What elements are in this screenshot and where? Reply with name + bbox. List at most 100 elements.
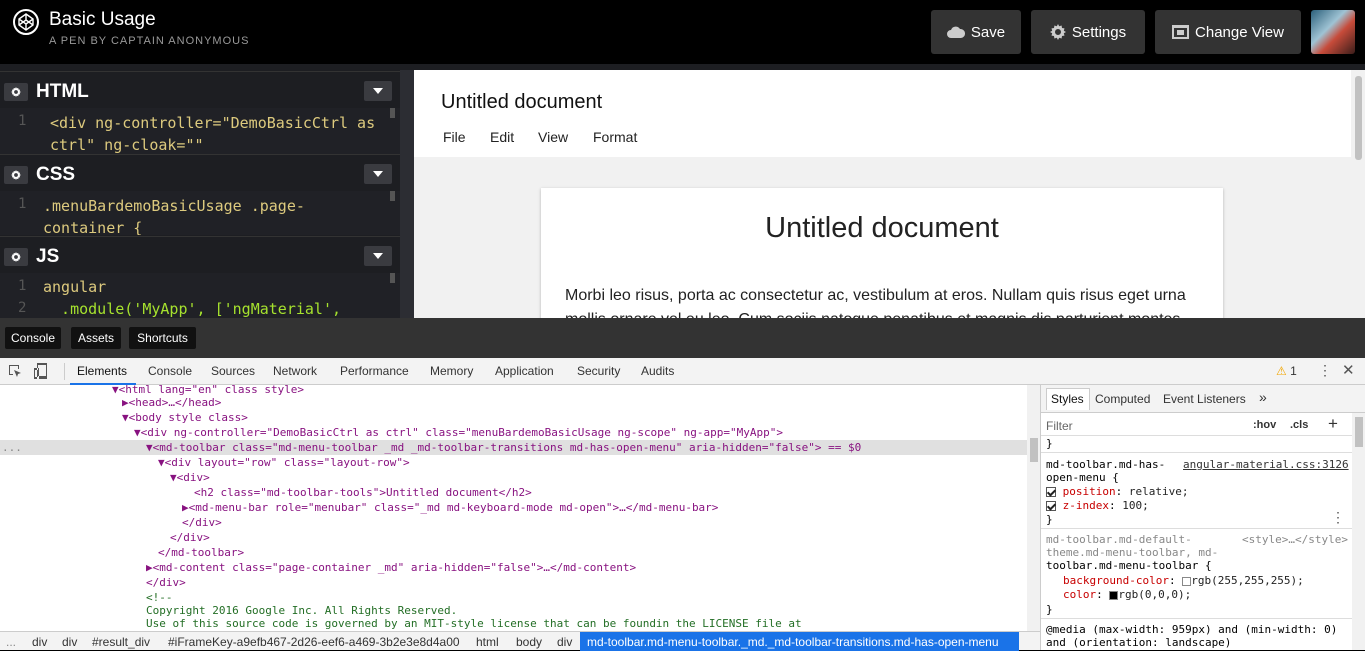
rule-source-link[interactable]: <style>…</style> [1242,533,1348,546]
warnings-counter[interactable]: ⚠ 1 [1276,364,1297,378]
breadcrumb-item[interactable]: body [516,635,542,649]
checkbox[interactable] [1046,487,1056,497]
app-header: Basic Usage A PEN BY CAPTAIN ANONYMOUS S… [0,0,1365,64]
menu-format[interactable]: Format [593,129,637,145]
codepen-logo-icon[interactable] [13,9,39,35]
warning-icon: ⚠ [1276,364,1287,378]
tree-row[interactable]: ▶<md-menu-bar role="menubar" class="_md … [0,500,1027,515]
divider [1041,435,1365,436]
tree-row[interactable]: </div> [0,530,1027,545]
rule-selector[interactable]: theme.md-menu-toolbar, md- [1046,546,1218,559]
js-scrollbar[interactable] [390,273,395,283]
breadcrumb-item[interactable]: div [62,635,77,649]
tab-network[interactable]: Network [273,364,317,378]
tree-row[interactable]: Use of this source code is governed by a… [0,616,1027,631]
html-collapse-button[interactable] [364,81,392,101]
tab-security[interactable]: Security [577,364,620,378]
scrollbar-thumb[interactable] [1355,417,1363,447]
html-scrollbar[interactable] [390,108,395,118]
settings-label: Settings [1071,23,1127,41]
tree-row-selected[interactable]: ... ▼<md-toolbar class="md-menu-toolbar _… [0,440,1027,455]
tab-performance[interactable]: Performance [340,364,409,378]
scrollbar-thumb[interactable] [1030,438,1038,462]
user-avatar[interactable] [1311,10,1355,54]
tree-row[interactable]: </div> [0,575,1027,590]
device-toolbar-icon[interactable] [34,363,48,379]
tab-memory[interactable]: Memory [430,364,473,378]
rule-selector[interactable]: md-toolbar.md-has- [1046,458,1165,471]
settings-button[interactable]: Settings [1031,10,1145,54]
tab-audits[interactable]: Audits [641,364,674,378]
change-view-button[interactable]: Change View [1155,10,1301,54]
rule-selector[interactable]: toolbar.md-menu-toolbar { [1046,559,1212,572]
tree-scrollbar[interactable] [1027,385,1041,633]
js-collapse-button[interactable] [364,246,392,266]
tab-styles[interactable]: Styles [1051,392,1084,406]
tab-application[interactable]: Application [495,364,554,378]
more-tabs-icon[interactable]: » [1259,389,1267,405]
style-property[interactable]: background-color: rgb(255,255,255); [1063,574,1304,587]
more-options-icon[interactable]: ⋮ [1331,509,1345,526]
html-settings-button[interactable] [4,83,28,101]
color-swatch[interactable] [1182,576,1192,586]
js-code-editor[interactable]: 1 2 angular .module('MyApp', ['ngMateria… [0,273,400,318]
css-scrollbar[interactable] [390,191,395,201]
breadcrumb-selected[interactable]: md-toolbar.md-menu-toolbar._md._md-toolb… [580,632,1019,651]
add-rule-icon[interactable]: + [1328,414,1338,434]
console-button[interactable]: Console [5,327,61,349]
pen-title[interactable]: Basic Usage [49,9,156,31]
tree-row[interactable]: ▶<head>…</head> [0,395,1027,410]
tree-row[interactable]: ▼<div> [0,470,1027,485]
tree-row[interactable]: ▼<div ng-controller="DemoBasicCtrl as ct… [0,425,1027,440]
close-icon[interactable]: ✕ [1342,361,1355,379]
tab-event-listeners[interactable]: Event Listeners [1163,392,1246,406]
menu-edit[interactable]: Edit [490,129,514,145]
tab-sources[interactable]: Sources [211,364,255,378]
rule-selector[interactable]: md-toolbar.md-default- [1046,533,1192,546]
tab-computed[interactable]: Computed [1095,392,1150,406]
checkbox[interactable] [1046,501,1056,511]
assets-button[interactable]: Assets [71,327,121,349]
styles-scrollbar[interactable] [1352,413,1365,650]
rule-selector[interactable]: open-menu { [1046,471,1119,484]
css-code-editor[interactable]: 1 .menuBardemoBasicUsage .page- containe… [0,191,400,235]
style-property[interactable]: position: relative; [1046,485,1188,498]
tree-row[interactable]: <h2 class="md-toolbar-tools">Untitled do… [0,485,1027,500]
tree-row[interactable]: ▼<body style class> [0,410,1027,425]
html-code-editor[interactable]: 1 <div ng-controller="DemoBasicCtrl as c… [0,108,400,154]
css-settings-button[interactable] [4,166,28,184]
breadcrumb-item[interactable]: html [476,635,499,649]
breadcrumb-item[interactable]: #result_div [92,635,150,649]
breadcrumb-overflow[interactable]: ... [6,635,16,649]
editor-resize-handle[interactable] [400,70,414,318]
breadcrumb-item[interactable]: #iFrameKey-a9efb467-2d26-eef6-a469-3b2e3… [168,635,460,649]
menu-view[interactable]: View [538,129,568,145]
scrollbar-thumb[interactable] [1355,76,1362,160]
preview-scrollbar[interactable] [1351,70,1365,318]
breadcrumb-item[interactable]: div [32,635,47,649]
result-preview: Untitled document File Edit View Format … [414,70,1365,318]
breadcrumb-item[interactable]: div [557,635,572,649]
js-editor-title: JS [36,246,60,267]
style-property[interactable]: color: rgb(0,0,0); [1063,588,1191,601]
hover-state-toggle[interactable]: :hov [1253,419,1276,431]
styles-filter-input[interactable]: Filter [1046,419,1073,433]
shortcuts-button[interactable]: Shortcuts [129,327,196,349]
more-options-icon[interactable]: ⋮ [1318,362,1332,379]
rule-source-link[interactable]: angular-material.css:3126 [1183,458,1349,471]
style-property[interactable]: z-index: 100; [1046,499,1149,512]
js-settings-button[interactable] [4,248,28,266]
class-toggle[interactable]: .cls [1290,419,1308,431]
tree-row[interactable]: </md-toolbar> [0,545,1027,560]
tree-row[interactable]: ▼<div layout="row" class="layout-row"> [0,455,1027,470]
preview-toolbar: Untitled document File Edit View Format [414,70,1351,157]
save-button[interactable]: Save [931,10,1021,54]
tab-console[interactable]: Console [148,364,192,378]
tree-row[interactable]: </div> [0,515,1027,530]
tab-elements[interactable]: Elements [77,364,127,378]
inspect-icon[interactable] [8,364,22,378]
editor-panels: HTML 1 <div ng-controller="DemoBasicCtrl… [0,70,400,318]
menu-file[interactable]: File [443,129,466,145]
css-collapse-button[interactable] [364,164,392,184]
tree-row[interactable]: ▶<md-content class="page-container _md" … [0,560,1027,575]
